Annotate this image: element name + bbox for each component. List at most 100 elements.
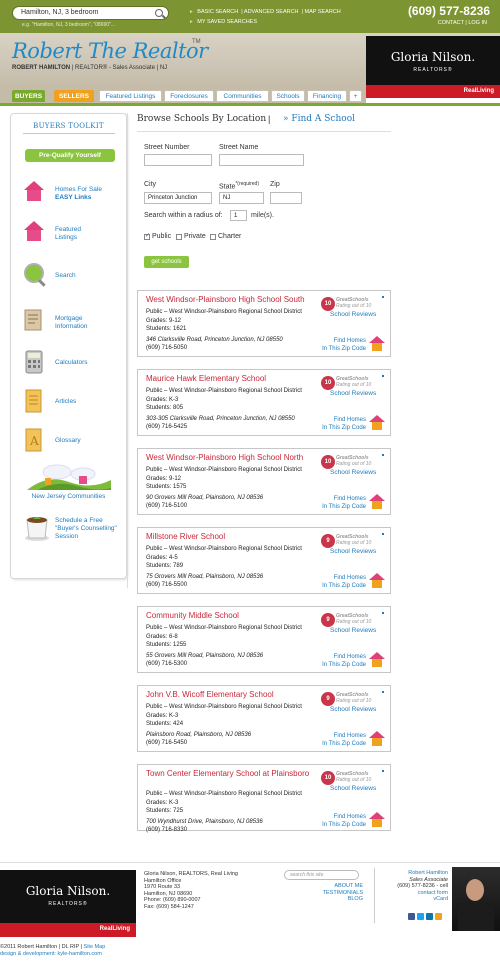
greatschools-rating-badge: 10: [321, 376, 335, 390]
footer-brand-sub: REALTORS®: [48, 901, 88, 907]
school-reviews-link[interactable]: School Reviews: [330, 311, 376, 318]
street-number-field[interactable]: [144, 154, 212, 166]
find-school-link[interactable]: » Find A School: [283, 114, 355, 124]
school-reviews-link[interactable]: School Reviews: [330, 627, 376, 634]
street-name-field[interactable]: [219, 154, 304, 166]
school-details: Public – West Windsor-Plainsboro Regiona…: [146, 388, 302, 411]
radius-field[interactable]: 1: [230, 210, 247, 221]
house-icon[interactable]: [369, 573, 385, 589]
document-icon: [23, 309, 45, 331]
house-icon[interactable]: [369, 812, 385, 828]
school-reviews-link[interactable]: School Reviews: [330, 785, 376, 792]
blog-link[interactable]: BLOG: [284, 896, 363, 903]
school-name-link[interactable]: Maurice Hawk Elementary School: [146, 374, 316, 383]
school-phone: (609) 716-5450: [146, 740, 188, 746]
house-icon[interactable]: [369, 731, 385, 747]
footer-search-input[interactable]: search this site: [284, 870, 359, 880]
house-icon[interactable]: [369, 415, 385, 431]
map-search-link[interactable]: MAP SEARCH: [305, 9, 341, 15]
search-input[interactable]: Hamilton, NJ, 3 bedroom: [12, 6, 169, 20]
house-icon[interactable]: [369, 652, 385, 668]
title-separator: |: [268, 114, 271, 124]
tab-more[interactable]: +: [349, 90, 362, 102]
find-homes-link[interactable]: Find Homes In This Zip Code: [316, 495, 366, 511]
school-name-link[interactable]: Millstone River School: [146, 532, 316, 541]
agent-name: ROBERT HAMILTON | REALTOR® - Sales Assoc…: [12, 65, 168, 71]
footer-divider: [374, 868, 375, 923]
state-field[interactable]: NJ: [219, 192, 264, 204]
school-name-link[interactable]: West Windsor-Plainsboro High School Nort…: [146, 453, 316, 462]
search-icon[interactable]: [155, 9, 163, 17]
school-name-link[interactable]: John V.B. Wicoff Elementary School: [146, 690, 316, 699]
city-field[interactable]: Princeton Junction: [144, 192, 212, 204]
facebook-icon[interactable]: [408, 913, 415, 920]
school-card: Maurice Hawk Elementary School Public – W…: [137, 369, 391, 436]
public-checkbox[interactable]: [144, 232, 150, 240]
tab-buyers[interactable]: BUYERS: [12, 90, 45, 102]
school-card: Community Middle School Public – West Win…: [137, 606, 391, 673]
advanced-search-link[interactable]: ADVANCED SEARCH: [244, 9, 299, 15]
school-reviews-link[interactable]: School Reviews: [330, 469, 376, 476]
tab-communities[interactable]: Communities: [216, 90, 269, 102]
greatschools-label: GreatSchools Rating out of 10: [336, 376, 372, 388]
login-link[interactable]: LOG IN: [468, 20, 487, 26]
private-checkbox[interactable]: [176, 234, 182, 240]
house-icon[interactable]: [369, 336, 385, 352]
linkedin-icon[interactable]: [426, 913, 433, 920]
trademark: TM: [192, 39, 201, 45]
sidebar-item-label: "Buyer's Counselling": [55, 525, 117, 532]
footer-brand-logo[interactable]: Gloria Nilson. REALTORS® RealLiving: [0, 870, 136, 937]
info-dot-icon: [382, 612, 384, 614]
find-homes-link[interactable]: Find Homes In This Zip Code: [316, 653, 366, 669]
title-divider: [137, 131, 391, 132]
radius-prefix: Search within a radius of:: [144, 212, 223, 219]
twitter-icon[interactable]: [417, 913, 424, 920]
design-credit-link[interactable]: design & development: kyle-hamilton.com: [0, 951, 105, 958]
greatschools-rating-badge: 9: [321, 613, 335, 627]
office-address: Gloria Nilson, REALTORS, Real Living Hami…: [144, 871, 238, 910]
prequalify-button[interactable]: Pre-Qualify Yourself: [25, 149, 115, 162]
sidebar-title: BUYERS TOOLKIT: [33, 122, 104, 130]
school-phone: (609) 716-5100: [146, 503, 188, 509]
sitemap-link[interactable]: Site Map: [84, 944, 106, 950]
zip-field[interactable]: [270, 192, 302, 204]
coffee-icon: [25, 514, 51, 542]
info-dot-icon: [382, 770, 384, 772]
calculator-icon: [23, 350, 45, 374]
site-logo[interactable]: Robert The Realtor: [12, 39, 208, 63]
contact-link[interactable]: CONTACT: [438, 20, 464, 26]
city-label: City: [144, 181, 157, 188]
search-hint: e.g. "Hamilton, NJ, 3 bedroom", "08690".…: [22, 22, 115, 28]
find-homes-link[interactable]: Find Homes In This Zip Code: [316, 416, 366, 432]
street-number-label: Street Number: [144, 144, 190, 151]
school-reviews-link[interactable]: School Reviews: [330, 548, 376, 555]
tab-schools[interactable]: Schools: [271, 90, 305, 102]
saved-searches-link[interactable]: MY SAVED SEARCHES: [197, 19, 257, 25]
school-name-link[interactable]: Town Center Elementary School at Plainsb…: [146, 769, 316, 778]
school-details: Public – West Windsor-Plainsboro Regiona…: [146, 791, 302, 814]
top-links: ▸ BASIC SEARCH | ADVANCED SEARCH | MAP SEA…: [190, 9, 341, 25]
vcard-link[interactable]: vCard: [377, 896, 448, 903]
rss-icon[interactable]: [435, 913, 442, 920]
find-homes-link[interactable]: Find Homes In This Zip Code: [316, 813, 366, 829]
tab-sellers[interactable]: SELLERS: [54, 90, 94, 102]
tab-financing[interactable]: Financing: [307, 90, 347, 102]
footer-links: ABOUT ME TESTIMONIALS BLOG: [284, 883, 363, 903]
find-homes-link[interactable]: Find Homes In This Zip Code: [316, 574, 366, 590]
glossary-icon: A: [23, 428, 45, 452]
find-homes-link[interactable]: Find Homes In This Zip Code: [316, 337, 366, 353]
tab-featured-listings[interactable]: Featured Listings: [99, 90, 162, 102]
basic-search-link[interactable]: BASIC SEARCH: [197, 9, 238, 15]
school-reviews-link[interactable]: School Reviews: [330, 706, 376, 713]
get-schools-button[interactable]: get schools: [144, 256, 189, 268]
tab-foreclosures[interactable]: Foreclosures: [164, 90, 214, 102]
school-reviews-link[interactable]: School Reviews: [330, 390, 376, 397]
brand-logo[interactable]: Gloria Nilson. REALTORS® RealLiving: [366, 36, 500, 98]
charter-checkbox[interactable]: [210, 234, 216, 240]
school-name-link[interactable]: Community Middle School: [146, 611, 316, 620]
sidebar-item-label: Schedule a Free: [55, 517, 103, 524]
find-homes-link[interactable]: Find Homes In This Zip Code: [316, 732, 366, 748]
school-details: Public – West Windsor-Plainsboro Regiona…: [146, 704, 302, 727]
house-icon[interactable]: [369, 494, 385, 510]
school-name-link[interactable]: West Windsor-Plainsboro High School Sout…: [146, 295, 316, 304]
